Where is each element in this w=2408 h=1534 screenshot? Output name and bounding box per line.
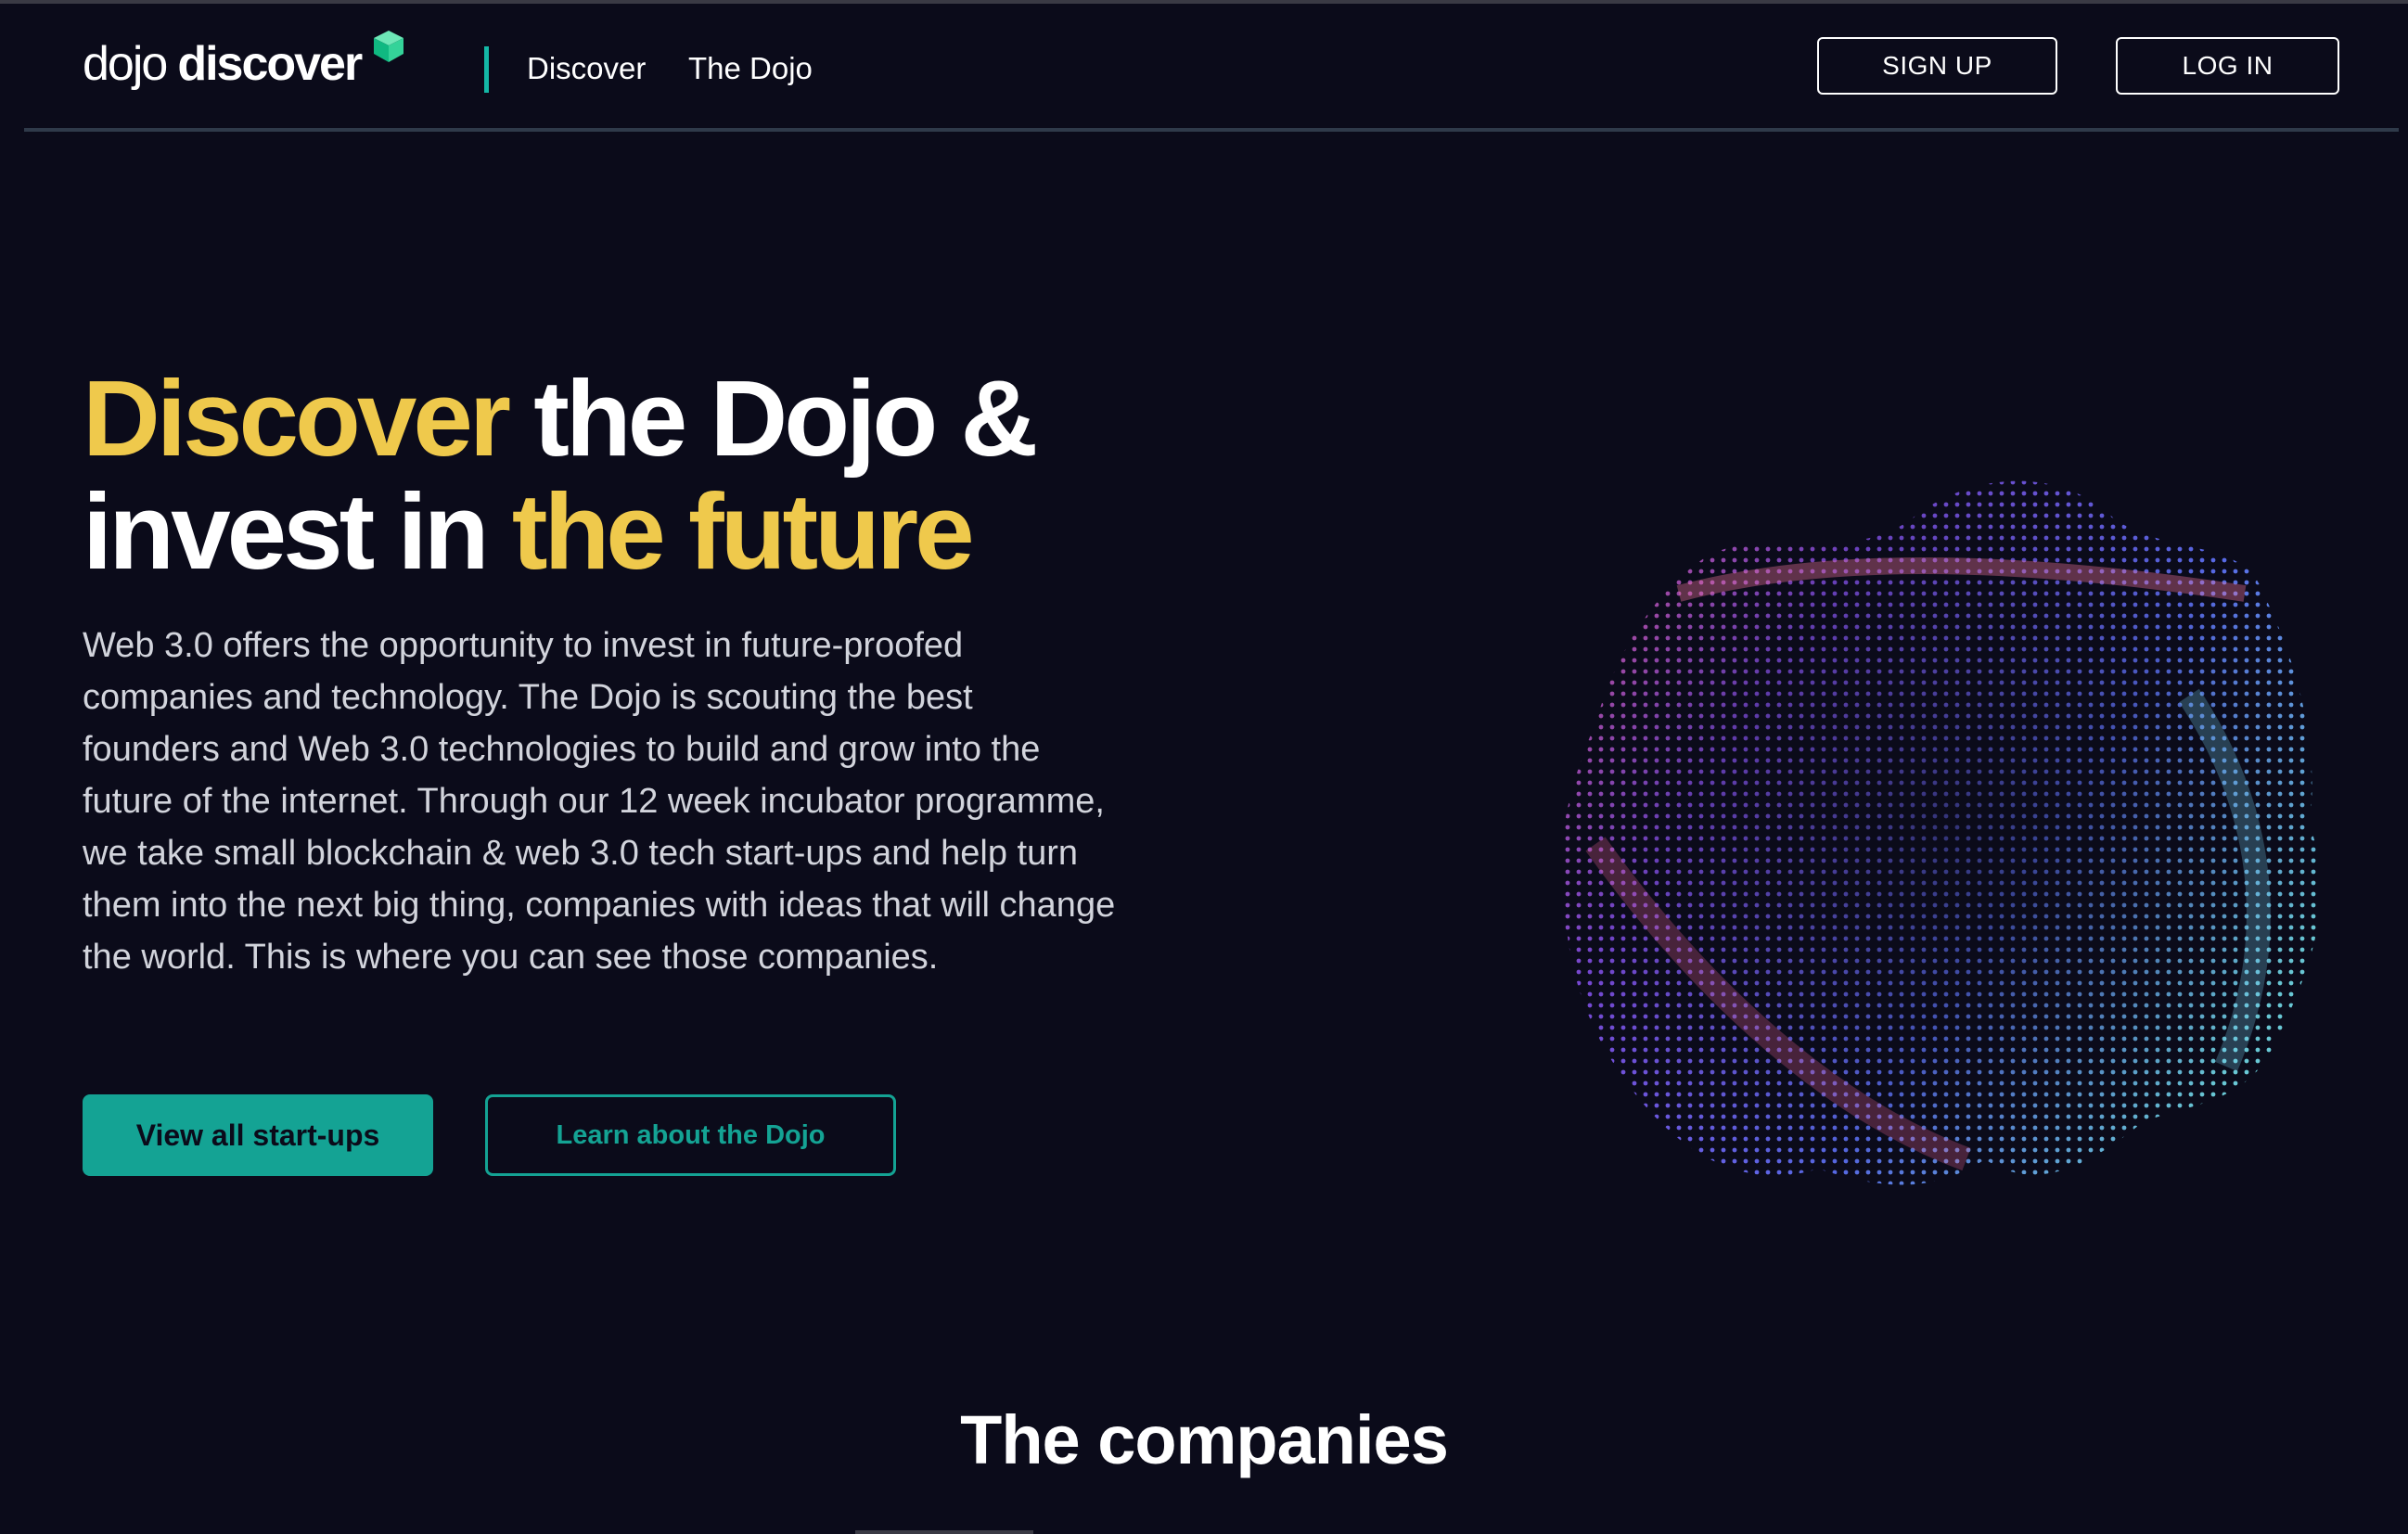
logo-word-discover: discover bbox=[177, 37, 363, 91]
log-in-button[interactable]: LOG IN bbox=[2116, 37, 2339, 95]
nav-link-the-dojo[interactable]: The Dojo bbox=[688, 48, 813, 89]
hero-title-highlight-discover: Discover bbox=[83, 358, 511, 479]
companies-tab-stub bbox=[855, 1530, 1033, 1534]
nav-divider bbox=[484, 46, 489, 93]
header-divider bbox=[24, 128, 2399, 132]
site-header: dojo discover Discover The Dojo SIGN UP … bbox=[0, 4, 2408, 132]
view-all-startups-button[interactable]: View all start-ups bbox=[83, 1094, 433, 1176]
learn-about-dojo-button[interactable]: Learn about the Dojo bbox=[485, 1094, 896, 1176]
companies-title: The companies bbox=[960, 1401, 1449, 1478]
particle-sphere-graphic bbox=[1559, 480, 2322, 1185]
hero-title-text-1: the Dojo & bbox=[507, 358, 1038, 479]
logo[interactable]: dojo discover bbox=[83, 31, 407, 96]
hero-description: Web 3.0 offers the opportunity to invest… bbox=[83, 626, 1116, 977]
sign-up-button[interactable]: SIGN UP bbox=[1817, 37, 2057, 95]
hero-title-highlight-future: the future bbox=[511, 471, 975, 592]
hero-title-text-2: invest in bbox=[83, 471, 512, 592]
hero-title: Discover the Dojo & invest in the future bbox=[83, 362, 1103, 588]
green-cube-icon bbox=[374, 31, 404, 62]
logo-word-dojo: dojo bbox=[83, 37, 168, 91]
nav-link-discover[interactable]: Discover bbox=[527, 48, 646, 89]
